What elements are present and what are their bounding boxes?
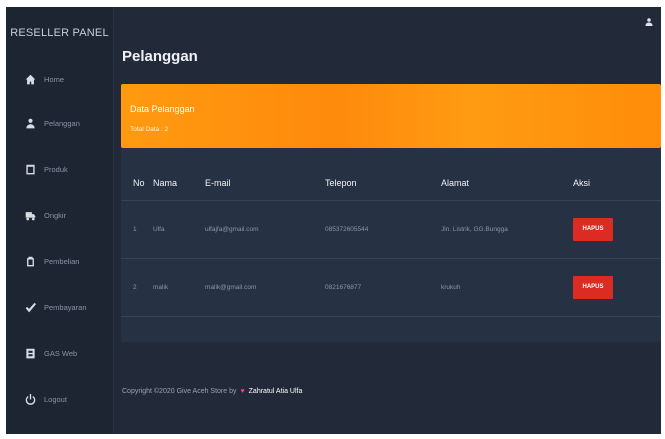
- home-icon: [25, 74, 36, 84]
- copyright-text: Copyright ©2020 Give Aceh Store by: [122, 388, 237, 395]
- window-icon: [26, 164, 35, 174]
- cell-telepon: 0821676877: [325, 258, 441, 317]
- sidebar-item-label: Pembayaran: [44, 302, 87, 312]
- sidebar-item-label: Pelanggan: [44, 118, 80, 128]
- sidebar-item-logout[interactable]: Logout: [6, 376, 113, 422]
- power-icon: [25, 393, 36, 405]
- truck-icon: [25, 211, 36, 220]
- cell-nama: malik: [153, 258, 205, 317]
- table-row: 2 malik malik@gmail.com 0821676877 kruku…: [121, 258, 661, 317]
- header-email: E-mail: [205, 166, 325, 201]
- card-header: Data Pelanggan Total Data : 2: [121, 84, 661, 148]
- brand-title: RESELLER PANEL: [10, 26, 109, 39]
- footer: Copyright ©2020 Give Aceh Store by ♥ Zah…: [122, 388, 302, 395]
- cell-email: ulfajfa@gmail.com: [205, 200, 325, 259]
- database-icon: [26, 348, 35, 358]
- sidebar-item-gas-web[interactable]: GAS Web: [6, 330, 113, 376]
- header-aksi: Aksi: [573, 166, 661, 201]
- sidebar-item-label: Logout: [44, 394, 67, 404]
- check-icon: [25, 302, 36, 312]
- sidebar: RESELLER PANEL Home Pelanggan Produk Ong…: [6, 7, 114, 434]
- page-title: Pelanggan: [122, 48, 198, 65]
- delete-button[interactable]: HAPUS: [573, 217, 613, 241]
- customer-table: No Nama E-mail Telepon Alamat Aksi 1 Ulf…: [121, 166, 661, 317]
- sidebar-item-label: Home: [44, 74, 65, 84]
- cell-email: malik@gmail.com: [205, 258, 325, 317]
- sidebar-item-produk[interactable]: Produk: [6, 146, 113, 192]
- sidebar-item-pembelian[interactable]: Pembelian: [6, 238, 113, 284]
- cell-telepon: 085372605544: [325, 200, 441, 259]
- card-title: Data Pelanggan: [130, 104, 195, 114]
- user-icon: [26, 118, 35, 128]
- total-data: Total Data : 2: [130, 126, 169, 133]
- table-header-row: No Nama E-mail Telepon Alamat Aksi: [121, 166, 661, 201]
- heart-icon: ♥: [240, 388, 245, 395]
- delete-button[interactable]: HAPUS: [573, 275, 613, 299]
- header-no: No: [121, 166, 153, 201]
- cell-aksi: HAPUS: [573, 200, 661, 259]
- user-menu-icon[interactable]: [645, 18, 653, 26]
- app-window: RESELLER PANEL Home Pelanggan Produk Ong…: [6, 7, 661, 434]
- header-telepon: Telepon: [325, 166, 441, 201]
- sidebar-item-ongkir[interactable]: Ongkir: [6, 192, 113, 238]
- header-nama: Nama: [153, 166, 205, 201]
- sidebar-nav: Home Pelanggan Produk Ongkir Pembelian P…: [6, 58, 113, 422]
- sidebar-item-label: GAS Web: [44, 348, 78, 358]
- cell-no: 2: [121, 258, 153, 317]
- cell-nama: Ulfa: [153, 200, 205, 259]
- cell-aksi: HAPUS: [573, 258, 661, 317]
- sidebar-item-label: Pembelian: [44, 256, 80, 266]
- header-alamat: Alamat: [441, 166, 573, 201]
- table-row: 1 Ulfa ulfajfa@gmail.com 085372605544 Jl…: [121, 200, 661, 259]
- customer-card: Data Pelanggan Total Data : 2 No Nama E-…: [121, 84, 661, 342]
- sidebar-item-label: Produk: [44, 164, 68, 174]
- author-name: Zahratul Atia Ulfa: [248, 388, 303, 395]
- main-content: Pelanggan Data Pelanggan Total Data : 2 …: [114, 7, 661, 434]
- sidebar-item-home[interactable]: Home: [6, 58, 113, 100]
- cell-alamat: krukuh: [441, 258, 573, 317]
- sidebar-item-pembayaran[interactable]: Pembayaran: [6, 284, 113, 330]
- cell-no: 1: [121, 200, 153, 259]
- clipboard-icon: [27, 256, 34, 266]
- cell-alamat: Jln. Listrik, GG.Bungga: [441, 200, 573, 259]
- sidebar-item-label: Ongkir: [44, 210, 67, 220]
- sidebar-item-pelanggan[interactable]: Pelanggan: [6, 100, 113, 146]
